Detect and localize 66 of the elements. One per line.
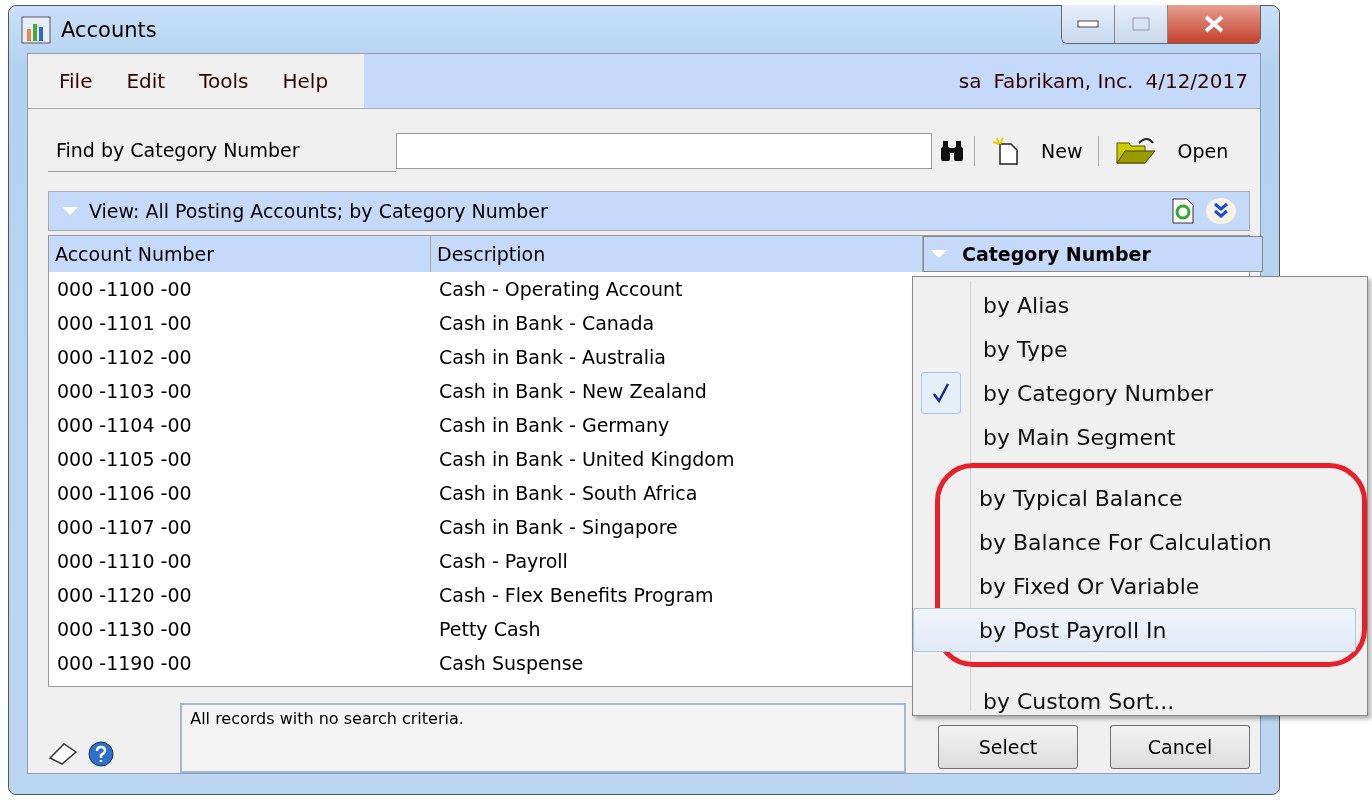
company-name: Fabrikam, Inc.: [993, 69, 1134, 93]
menu-option[interactable]: by Typical Balance: [913, 476, 1362, 520]
checkmark-icon: [932, 382, 950, 404]
table-cell-text: 000 -1120 -00: [56, 583, 193, 608]
dialog-button[interactable]: Cancel: [1110, 725, 1250, 769]
view-title[interactable]: View: All Posting Accounts; by Category Number: [89, 200, 1161, 222]
menu-option[interactable]: by Alias: [917, 283, 1363, 327]
expand-icon[interactable]: [1205, 197, 1237, 225]
menu-item[interactable]: File: [42, 65, 110, 97]
binoculars-icon[interactable]: [940, 140, 964, 162]
menu-option[interactable]: by Custom Sort...: [917, 679, 1363, 723]
window-title: Accounts: [61, 17, 157, 42]
status-message: All records with no search criteria.: [180, 703, 906, 773]
table-cell-text: Cash in Bank - Australia: [438, 345, 667, 370]
sort-column-header[interactable]: Category Number: [923, 236, 1263, 272]
menu-option[interactable]: by Post Payroll In: [913, 608, 1356, 652]
table-cell-text: Cash - Payroll: [438, 549, 569, 574]
table-cell-text: Cash in Bank - South Africa: [438, 481, 699, 506]
close-icon: [1203, 15, 1225, 33]
table-cell-text: 000 -1104 -00: [56, 413, 193, 438]
find-label: Find by Category Number: [48, 130, 396, 172]
table-cell-text: 000 -1101 -00: [56, 311, 193, 336]
user-name: sa: [958, 69, 982, 93]
table-cell-text: Cash in Bank - Germany: [438, 413, 671, 438]
table-cell-text: Cash - Operating Account: [438, 277, 684, 302]
maximize-icon: [1132, 17, 1150, 31]
open-button[interactable]: Open: [1109, 133, 1235, 169]
table-cell-text: 000 -1107 -00: [56, 515, 193, 540]
table-cell-text: 000 -1106 -00: [56, 481, 193, 506]
column-header[interactable]: Account Number: [49, 236, 431, 272]
table-cell-text: 000 -1102 -00: [56, 345, 193, 370]
table-cell-text: Petty Cash: [438, 617, 542, 642]
table-cell-text: 000 -1100 -00: [56, 277, 193, 302]
table-cell-text: Cash in Bank - Singapore: [438, 515, 679, 540]
table-cell-text: Cash - Flex Benefits Program: [438, 583, 715, 608]
maximize-button[interactable]: [1115, 5, 1168, 43]
folder-icon: [1115, 135, 1158, 167]
note-icon[interactable]: [48, 742, 78, 766]
help-icon[interactable]: [88, 741, 114, 767]
minimize-button[interactable]: [1062, 5, 1115, 43]
table-cell-text: Cash Suspense: [438, 651, 585, 676]
menu-option[interactable]: by Balance For Calculation: [913, 520, 1362, 564]
find-field[interactable]: [396, 133, 932, 169]
menu-item[interactable]: Edit: [109, 65, 183, 97]
table-cell-text: Cash in Bank - United Kingdom: [438, 447, 736, 472]
refresh-icon[interactable]: [1171, 197, 1195, 225]
menu-item[interactable]: Help: [265, 65, 346, 97]
date-text: 4/12/2017: [1145, 69, 1248, 93]
menu-option[interactable]: by Main Segment: [917, 415, 1363, 459]
app-icon: [21, 14, 51, 45]
menu-option[interactable]: by Type: [917, 327, 1363, 371]
table-cell-text: 000 -1190 -00: [56, 651, 193, 676]
dialog-button[interactable]: Select: [938, 725, 1078, 769]
close-button[interactable]: [1168, 5, 1260, 43]
menu-option[interactable]: by Category Number: [917, 371, 1363, 415]
menu-item[interactable]: Tools: [182, 65, 266, 97]
minimize-icon: [1077, 20, 1099, 28]
table-cell-text: 000 -1103 -00: [56, 379, 193, 404]
table-cell-text: 000 -1105 -00: [56, 447, 193, 472]
table-cell-text: 000 -1130 -00: [56, 617, 193, 642]
table-cell-text: Cash in Bank - New Zealand: [438, 379, 708, 404]
new-document-icon: [991, 136, 1021, 166]
table-cell-text: Cash in Bank - Canada: [438, 311, 656, 336]
menu-option[interactable]: by Fixed Or Variable: [913, 564, 1362, 608]
new-button[interactable]: New: [985, 134, 1089, 168]
table-cell-text: 000 -1110 -00: [56, 549, 193, 574]
